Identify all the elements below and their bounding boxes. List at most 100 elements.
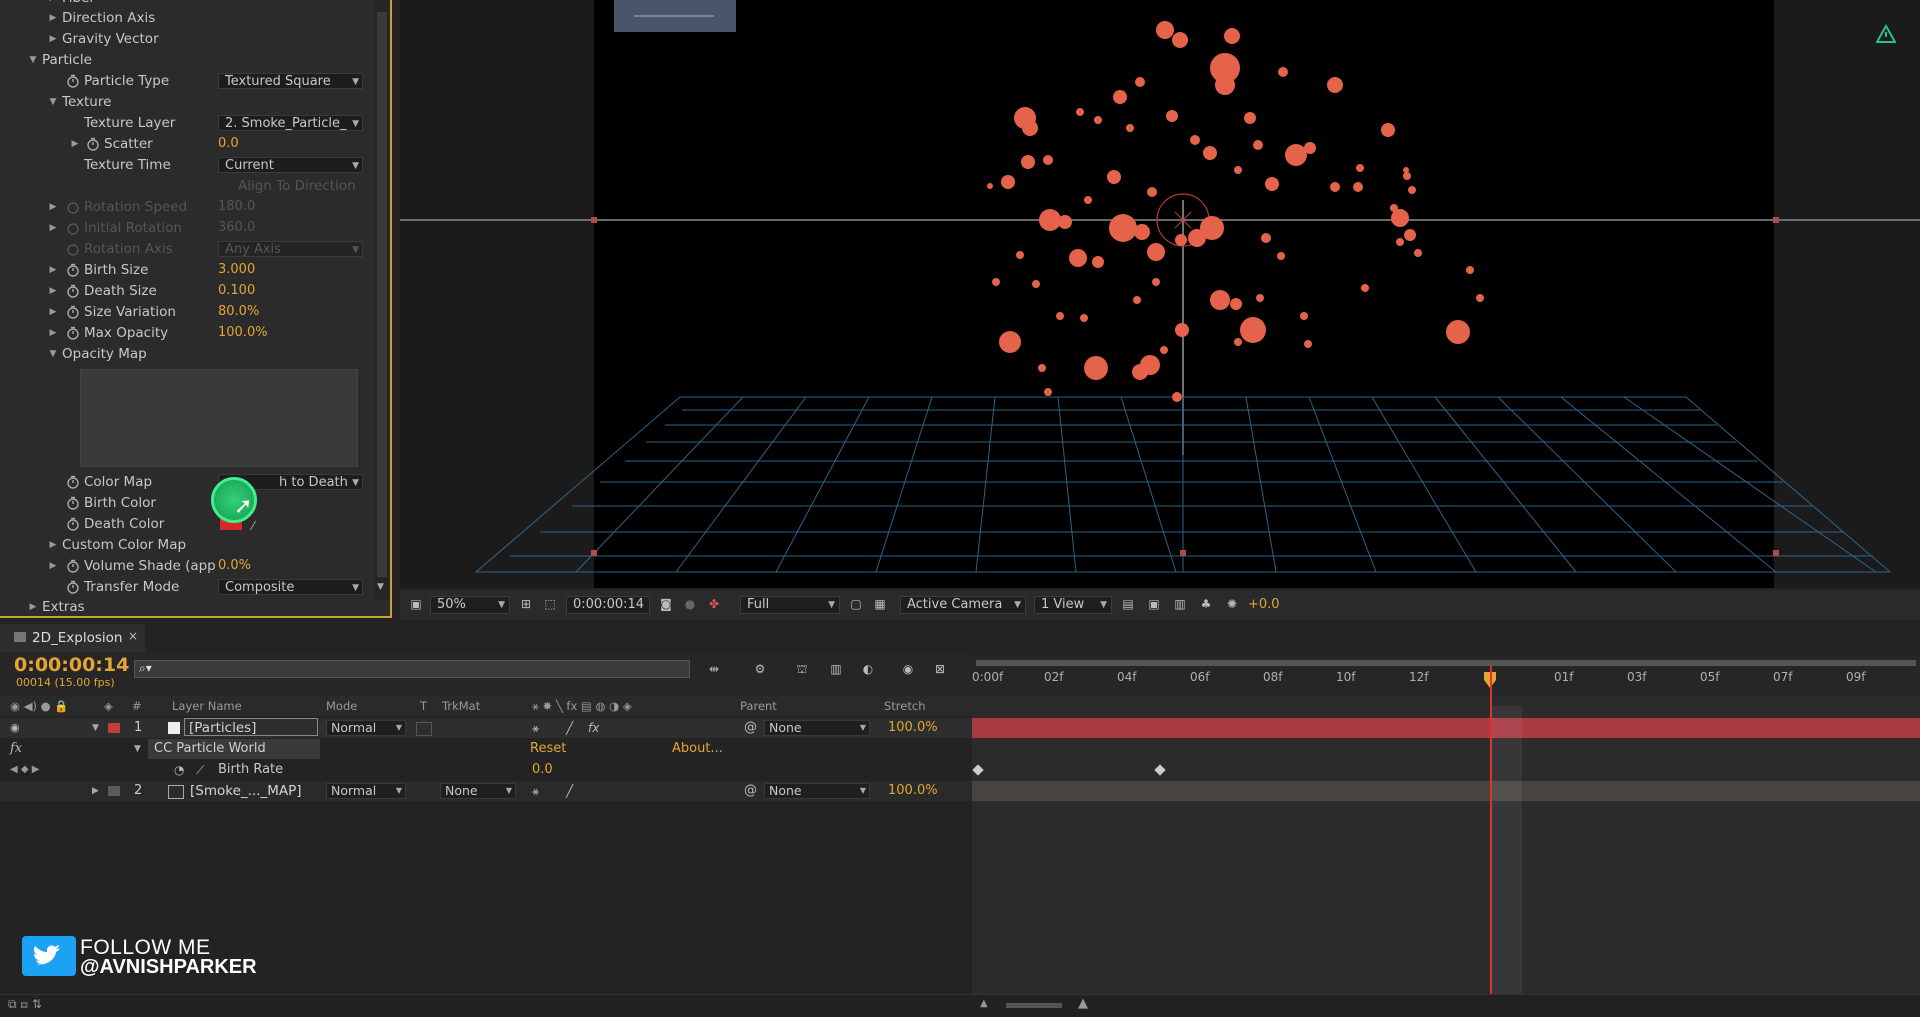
toggle-switches-icon[interactable]: ⧉ ⧈ ⇅	[8, 997, 42, 1012]
twirl-right-icon[interactable]: ▶	[70, 134, 80, 154]
twirl-down-icon[interactable]: ▼	[92, 718, 99, 738]
graph-icon[interactable]: ⟋	[196, 760, 204, 780]
volume-shade-value[interactable]: 0.0%	[218, 556, 251, 576]
trkmat-dropdown[interactable]: None ▼	[440, 783, 516, 799]
fit-icon[interactable]: ⊞	[518, 597, 534, 611]
visibility-eye-icon[interactable]: ◉	[10, 718, 20, 738]
scrollbar-thumb[interactable]	[377, 12, 387, 577]
shy-icon[interactable]: ⚹	[532, 718, 539, 738]
effect-name[interactable]: CC Particle World	[148, 739, 320, 759]
work-area-bar[interactable]	[976, 660, 1916, 666]
prop-group-extras[interactable]: ▶ Extras	[0, 597, 375, 616]
stopwatch-icon[interactable]	[66, 517, 80, 531]
transfer-mode-dropdown[interactable]: Composite ▼	[218, 579, 363, 595]
parent-dropdown[interactable]: None ▼	[764, 783, 870, 799]
opacity-map-graph[interactable]	[80, 369, 358, 467]
transparency-grid-icon[interactable]: ▦	[872, 597, 888, 611]
stopwatch-icon[interactable]	[66, 496, 80, 510]
fast-previews-icon[interactable]: ▣	[1146, 597, 1162, 611]
stopwatch-icon[interactable]	[66, 263, 80, 277]
timeline-tracks[interactable]	[972, 706, 1920, 994]
label-icon[interactable]: ◈	[104, 699, 113, 713]
zoom-slider[interactable]	[1006, 1003, 1062, 1008]
stopwatch-icon[interactable]	[66, 284, 80, 298]
stopwatch-icon[interactable]	[86, 137, 100, 151]
twirl-down-icon[interactable]: ▼	[48, 92, 58, 112]
preserve-transparency-checkbox[interactable]	[416, 722, 432, 736]
column-layer-name[interactable]: Layer Name	[172, 699, 242, 713]
title-safe-icon[interactable]: ⬚	[542, 597, 558, 611]
tab-2d-explosion[interactable]: 2D_Explosion ×	[0, 624, 145, 652]
property-row-birth-rate[interactable]: ◀ ◆ ▶ ◔ ⟋ Birth Rate 0.0	[0, 760, 972, 780]
twirl-right-icon[interactable]: ▶	[48, 556, 58, 576]
comp-mini-flowchart-icon[interactable]: ⇹	[706, 662, 722, 676]
texture-time-dropdown[interactable]: Current ▼	[218, 157, 363, 173]
stopwatch-icon[interactable]	[66, 580, 80, 594]
twirl-right-icon[interactable]: ▶	[48, 8, 58, 28]
twirl-down-icon[interactable]: ▼	[134, 739, 141, 759]
brainstorm-icon[interactable]: ⊠	[932, 662, 948, 676]
prop-row-direction-axis[interactable]: ▶ Direction Axis	[0, 8, 375, 28]
stopwatch-icon[interactable]	[66, 74, 80, 88]
label-color-swatch[interactable]	[108, 723, 120, 733]
mode-dropdown[interactable]: Normal ▼	[326, 783, 406, 799]
stretch-value[interactable]: 100.0%	[888, 781, 938, 801]
stretch-value[interactable]: 100.0%	[888, 718, 938, 738]
birth-size-value[interactable]: 3.000	[218, 260, 255, 280]
layer-bar-smoke-map[interactable]	[972, 781, 1920, 801]
switches-icons[interactable]: ⚹ ✸ ╲ fx ▤ ◍ ◑ ◈	[532, 699, 632, 714]
prop-row-custom-color-map[interactable]: ▶ Custom Color Map	[0, 535, 375, 555]
reset-exposure-icon[interactable]: ✺	[1224, 597, 1240, 611]
effects-scrollbar[interactable]: ▼	[374, 0, 390, 600]
layer-name-field[interactable]: [Smoke_..._MAP]	[190, 781, 302, 801]
show-snapshot-icon[interactable]: ●	[682, 597, 698, 611]
channels-icon[interactable]: ✤	[706, 597, 722, 611]
effects-fx-icon[interactable]: fx	[588, 718, 599, 738]
stopwatch-icon[interactable]	[66, 559, 80, 573]
twirl-right-icon[interactable]: ▶	[48, 535, 58, 555]
search-input[interactable]: ⌕▾	[134, 660, 690, 678]
current-time-display[interactable]: 0:00:00:14	[14, 654, 129, 676]
av-features-icon[interactable]: ◉ ◀) ● 🔒	[10, 699, 69, 713]
motion-blur-icon[interactable]: ◐	[860, 662, 876, 676]
twirl-right-icon[interactable]: ▶	[92, 781, 99, 801]
current-time-field[interactable]: 0:00:00:14	[566, 596, 650, 614]
flowchart-icon[interactable]: ♣	[1198, 597, 1214, 611]
camera-dropdown[interactable]: Active Camera ▼	[900, 596, 1026, 614]
pickwhip-icon[interactable]: @	[744, 718, 757, 738]
layer-row-smoke-map[interactable]: ▶ 2 [Smoke_..._MAP] Normal ▼ None ▼ ⚹ ╱ @ …	[0, 781, 972, 801]
layer-row-particles[interactable]: ◉ ▼ 1 [Particles] Normal ▼ ⚹ ╱ fx @ None ▼…	[0, 718, 972, 738]
prop-row-fiber[interactable]: ▶ Fiber	[0, 0, 375, 8]
prop-row-gravity-vector[interactable]: ▶ Gravity Vector	[0, 29, 375, 49]
snapshot-camera-icon[interactable]: ◙	[658, 597, 674, 611]
magnification-dropdown[interactable]: 50% ▼	[430, 596, 510, 614]
birth-rate-value[interactable]: 0.0	[532, 760, 553, 780]
region-of-interest-icon[interactable]: ▢	[848, 597, 864, 611]
scatter-value[interactable]: 0.0	[218, 134, 239, 154]
hide-shy-layers-icon[interactable]: ⛫	[794, 662, 810, 676]
size-variation-value[interactable]: 80.0%	[218, 302, 259, 322]
keyframe-navigator-icon[interactable]: ◀ ◆ ▶	[10, 760, 39, 780]
playhead-line[interactable]	[1490, 666, 1492, 994]
fx-icon[interactable]: fx	[10, 739, 22, 759]
quality-icon[interactable]: ╱	[566, 718, 573, 738]
about-link[interactable]: About...	[672, 739, 723, 759]
close-icon[interactable]: ×	[128, 629, 138, 643]
stopwatch-icon[interactable]	[66, 305, 80, 319]
prop-group-particle[interactable]: ▼ Particle	[0, 50, 375, 70]
twirl-right-icon[interactable]: ▶	[28, 597, 38, 616]
eyedropper-icon[interactable]: ⁄	[252, 516, 254, 536]
zoom-out-icon[interactable]: ▲	[980, 998, 988, 1009]
effect-row-cc-particle-world[interactable]: fx ▼ CC Particle World Reset About...	[0, 739, 972, 759]
death-size-value[interactable]: 0.100	[218, 281, 255, 301]
twirl-right-icon[interactable]: ▶	[48, 281, 58, 301]
draft-3d-icon[interactable]: ⚙	[752, 662, 768, 676]
parent-dropdown[interactable]: None ▼	[764, 720, 870, 736]
max-opacity-value[interactable]: 100.0%	[218, 323, 268, 343]
texture-layer-dropdown[interactable]: 2. Smoke_Particle_ ▼	[218, 115, 363, 131]
stopwatch-icon[interactable]: ◔	[174, 760, 184, 780]
warning-triangle-icon[interactable]	[1875, 23, 1897, 44]
timeline-icon[interactable]: ▥	[1172, 597, 1188, 611]
pickwhip-icon[interactable]: @	[744, 781, 757, 801]
zoom-in-icon[interactable]: ▲	[1078, 996, 1088, 1011]
